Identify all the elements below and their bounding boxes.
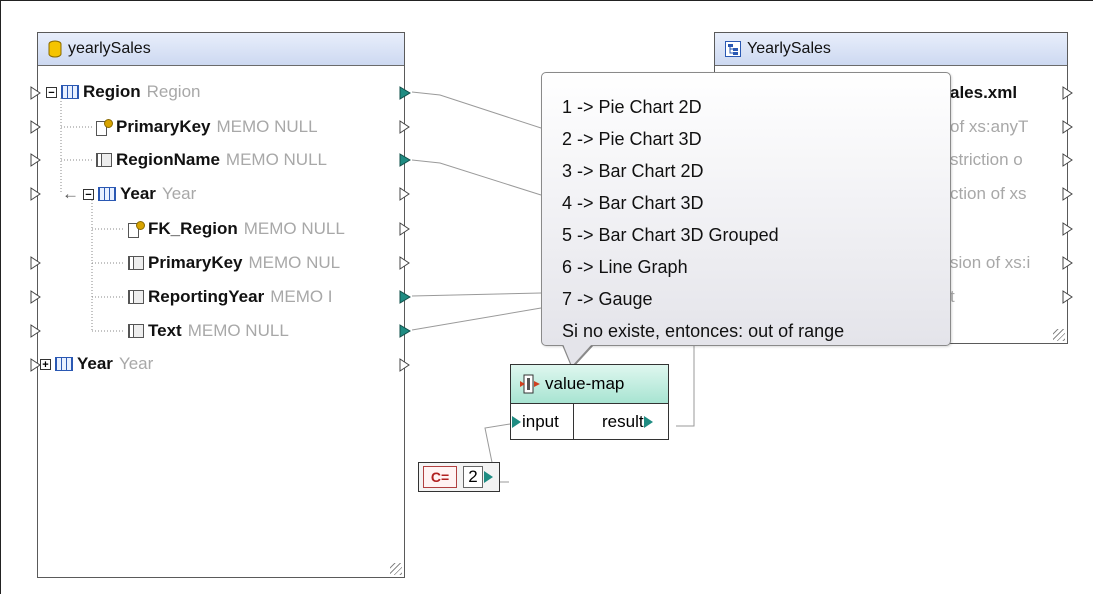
input-port[interactable] <box>30 290 42 304</box>
input-port[interactable] <box>30 86 42 100</box>
tooltip-line: 7 -> Gauge <box>562 289 653 309</box>
output-port[interactable] <box>1062 290 1074 304</box>
output-port-connected[interactable] <box>399 290 411 304</box>
input-port[interactable] <box>30 358 42 372</box>
target-row[interactable]: ction of xs <box>950 182 1027 206</box>
output-port-connected[interactable] <box>399 324 411 338</box>
tooltip-line: 4 -> Bar Chart 3D <box>562 193 704 213</box>
resize-grip[interactable] <box>1053 329 1065 341</box>
target-row[interactable]: striction o <box>950 148 1023 172</box>
value-map-input-cell[interactable]: input <box>511 404 574 440</box>
row-type: sion of xs:i <box>950 253 1031 272</box>
output-port[interactable] <box>399 256 411 270</box>
output-port[interactable] <box>1062 86 1074 100</box>
target-header[interactable]: YearlySales <box>715 33 1067 66</box>
value-map-icon <box>520 374 540 394</box>
target-row[interactable]: of xs:anyT <box>950 115 1028 139</box>
input-port-connected[interactable] <box>512 415 522 429</box>
tooltip-line: 6 -> Line Graph <box>562 257 688 277</box>
row-type: of xs:anyT <box>950 117 1029 136</box>
xml-schema-icon <box>725 41 741 57</box>
target-title: YearlySales <box>747 40 831 57</box>
output-port[interactable] <box>399 187 411 201</box>
row-name: ales.xml <box>950 83 1018 102</box>
input-label: input <box>522 412 559 431</box>
value-map-title: value-map <box>545 374 625 393</box>
row-type: striction o <box>950 150 1023 169</box>
input-port[interactable] <box>30 153 42 167</box>
output-port[interactable] <box>1062 256 1074 270</box>
output-port-connected[interactable] <box>643 415 654 429</box>
output-port-connected[interactable] <box>399 153 411 167</box>
input-port[interactable] <box>30 120 42 134</box>
constant-icon: C= <box>423 466 457 488</box>
tooltip-line: 1 -> Pie Chart 2D <box>562 97 702 117</box>
constant-component[interactable]: C= 2 <box>418 462 500 492</box>
output-port-connected[interactable] <box>399 86 411 100</box>
tooltip-line: 3 -> Bar Chart 2D <box>562 161 704 181</box>
output-port[interactable] <box>1062 222 1074 236</box>
output-port[interactable] <box>1062 153 1074 167</box>
value-map-tooltip: 1 -> Pie Chart 2D 2 -> Pie Chart 3D 3 ->… <box>541 72 951 346</box>
input-port[interactable] <box>30 187 42 201</box>
result-label: result <box>602 412 644 431</box>
output-port[interactable] <box>1062 187 1074 201</box>
value-map-result-cell[interactable]: result <box>574 404 654 440</box>
value-map-header[interactable]: value-map <box>511 365 668 404</box>
target-row[interactable]: ales.xml <box>950 81 1017 105</box>
input-port[interactable] <box>30 256 42 270</box>
output-port[interactable] <box>399 120 411 134</box>
tooltip-tail-fill <box>563 344 592 366</box>
row-type: ction of xs <box>950 184 1027 203</box>
output-port[interactable] <box>1062 120 1074 134</box>
input-port[interactable] <box>30 324 42 338</box>
output-port-connected[interactable] <box>484 470 494 484</box>
tooltip-line: 5 -> Bar Chart 3D Grouped <box>562 225 779 245</box>
target-row[interactable]: sion of xs:i <box>950 251 1030 275</box>
output-port[interactable] <box>399 358 411 372</box>
output-port[interactable] <box>399 222 411 236</box>
tooltip-line: Si no existe, entonces: out of range <box>562 321 845 341</box>
value-map-component[interactable]: value-map input result <box>510 364 669 440</box>
tooltip-line: 2 -> Pie Chart 3D <box>562 129 702 149</box>
constant-value[interactable]: 2 <box>463 466 483 488</box>
